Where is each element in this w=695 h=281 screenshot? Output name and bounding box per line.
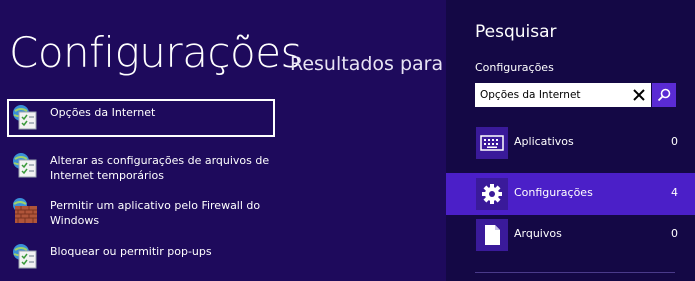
results-pane: Configurações Resultados para "O Opções … — [0, 0, 446, 281]
scope-row-files[interactable]: Arquivos 0 — [446, 214, 695, 256]
result-item-temp-files[interactable]: Alterar as configurações de arquivos de … — [7, 147, 275, 187]
result-label: Opções da Internet — [50, 106, 156, 119]
keyboard-icon — [476, 127, 508, 159]
results-heading: Resultados para "O — [290, 53, 446, 75]
search-button[interactable] — [652, 83, 676, 107]
charm-title: Pesquisar — [475, 22, 557, 42]
internet-options-icon — [13, 244, 37, 269]
document-icon — [476, 219, 508, 251]
search-icon — [657, 88, 671, 102]
firewall-icon — [13, 198, 37, 223]
search-charm: Pesquisar Configurações Aplicati — [446, 0, 695, 281]
clear-search-button[interactable] — [627, 83, 651, 107]
result-item-internet-options[interactable]: Opções da Internet — [7, 99, 275, 137]
search-box[interactable] — [475, 83, 651, 107]
scope-count: 0 — [671, 135, 678, 148]
divider — [475, 272, 675, 273]
search-scope-label: Configurações — [475, 61, 554, 74]
scope-row-settings[interactable]: Configurações 4 — [446, 173, 695, 215]
scope-row-apps[interactable]: Aplicativos 0 — [446, 122, 695, 164]
scope-name: Configurações — [514, 186, 593, 199]
result-item-popups[interactable]: Bloquear ou permitir pop-ups — [7, 238, 275, 276]
result-label: Permitir um aplicativo pelo Firewall do … — [50, 199, 261, 227]
close-icon — [633, 89, 645, 101]
scope-count: 0 — [671, 227, 678, 240]
scope-name: Arquivos — [514, 227, 562, 240]
scope-count: 4 — [671, 186, 678, 199]
internet-options-icon — [13, 153, 37, 178]
result-label: Bloquear ou permitir pop-ups — [50, 245, 212, 258]
internet-options-icon — [13, 105, 37, 130]
scope-name: Aplicativos — [514, 135, 574, 148]
gear-icon — [476, 178, 508, 210]
search-input[interactable] — [475, 84, 628, 106]
result-item-firewall[interactable]: Permitir um aplicativo pelo Firewall do … — [7, 192, 275, 232]
page-title: Configurações — [9, 28, 302, 77]
result-label: Alterar as configurações de arquivos de … — [50, 154, 270, 182]
